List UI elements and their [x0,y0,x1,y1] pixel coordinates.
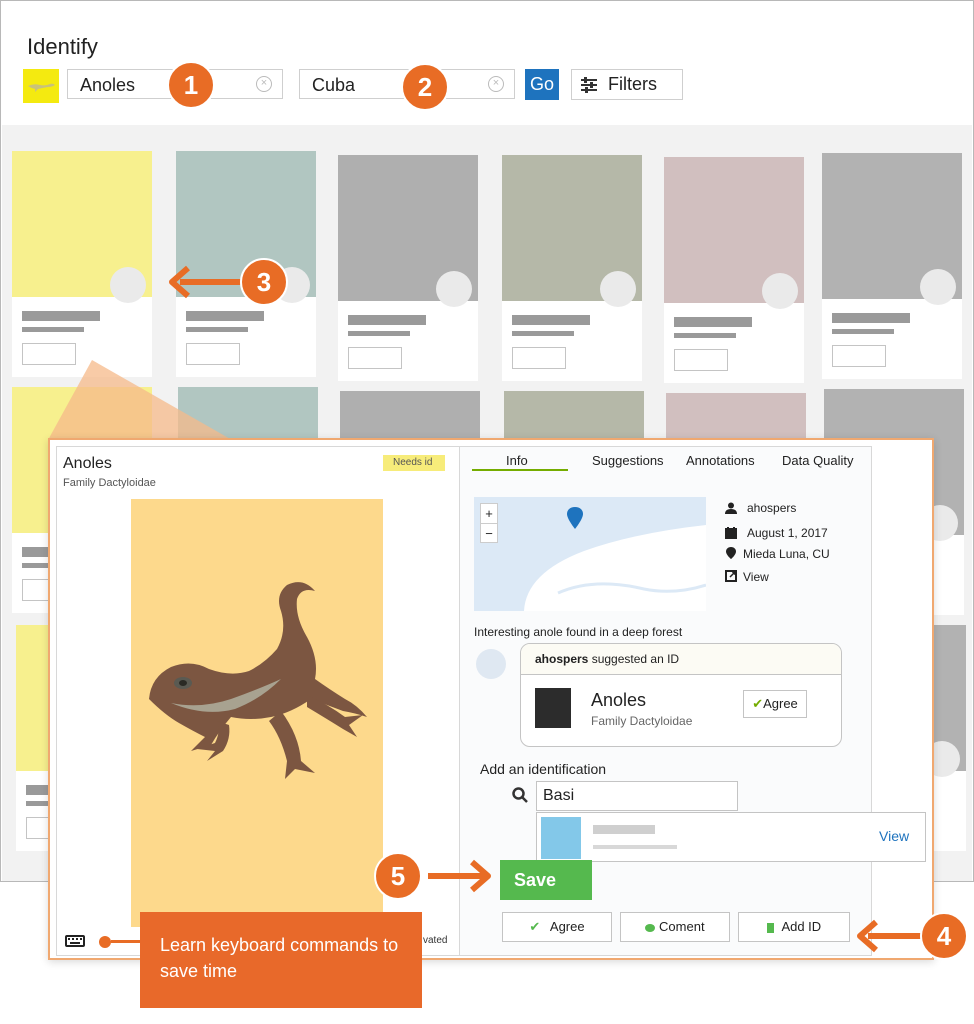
add-id-action-label: Add ID [781,919,822,934]
agree-label: Agree [763,696,798,711]
identification-input-value: Basi [543,787,575,804]
observed-place: Mieda Luna, CU [743,547,830,561]
external-link-icon [725,570,737,582]
add-identification-label: Add an identification [480,761,607,777]
suggestion-header: ahospers suggested an ID [521,644,841,675]
observation-map[interactable]: + − [474,497,706,611]
avatar [476,649,506,679]
tag-icon [766,922,774,933]
suggested-id-card: ahospers suggested an ID Anoles Family D… [520,643,842,747]
check-icon: ✔ [752,696,764,711]
zoom-in-button[interactable]: + [481,504,497,524]
suggestion-suffix: suggested an ID [588,652,680,666]
lizard-photo [149,582,367,779]
tab-suggestions[interactable]: Suggestions [592,453,664,468]
taxon-name: Anoles [63,455,112,472]
observer-name[interactable]: ahospers [747,501,796,515]
result-view-link[interactable]: View [879,828,909,844]
result-thumbnail [541,817,581,859]
observation-description: Interesting anole found in a deep forest [474,625,683,639]
suggester-name[interactable]: ahospers [535,652,588,666]
map-pin-icon[interactable] [567,507,583,531]
meta-view: View [725,570,769,584]
keyboard-tip-tooltip: Learn keyboard commands to save time [140,912,422,1008]
callout-badge-4: 4 [920,912,968,960]
result-name-placeholder [593,825,655,834]
view-observation-link[interactable]: View [743,570,769,584]
save-label: Save [514,870,557,890]
observation-photo[interactable] [131,499,383,927]
suggested-taxon-family: Family Dactyloidae [591,714,693,728]
suggested-taxon-name[interactable]: Anoles [591,690,646,711]
status-badge-label: Needs id [393,457,433,468]
identification-input[interactable]: Basi [536,781,738,811]
tab-annotations[interactable]: Annotations [686,453,755,468]
location-pin-icon [726,547,736,559]
meta-place: Mieda Luna, CU [725,547,830,561]
meta-user: ahospers [725,501,796,515]
keyboard-icon[interactable] [65,935,85,947]
tab-info[interactable]: Info [506,453,528,468]
suggestion-agree-button[interactable]: ✔Agree [743,690,807,718]
arrow-left-icon [857,919,928,953]
status-badge: Needs id [383,455,445,471]
add-id-button[interactable]: Add ID [738,912,850,942]
comment-icon [645,923,656,932]
check-icon: ✔ [529,919,541,934]
arrow-right-icon [428,859,491,893]
agree-action-label: Agree [549,919,585,934]
zoom-out-button[interactable]: − [481,524,497,543]
tab-data-quality[interactable]: Data Quality [782,453,854,468]
taxon-family: Family Dactyloidae [63,477,156,489]
search-icon [512,787,528,803]
keyboard-callout-dot [99,936,111,948]
tab-info-underline [472,469,568,471]
calendar-icon [725,527,737,539]
user-icon [725,502,737,514]
callout-badge-3: 3 [240,258,288,306]
comment-action-label: Coment [659,919,705,934]
save-button[interactable]: Save [500,860,592,900]
zoom-control: + − [480,503,498,543]
observed-date: August 1, 2017 [747,526,828,540]
meta-date: August 1, 2017 [725,526,828,540]
arrow-left-icon [169,265,246,299]
autocomplete-result[interactable]: View [536,812,926,862]
comment-button[interactable]: Coment [620,912,730,942]
agree-button[interactable]: ✔ Agree [502,912,612,942]
suggested-taxon-photo [535,688,571,728]
callout-badge-5: 5 [374,852,422,900]
footer-partial-text: vated [423,935,448,946]
result-subtitle-placeholder [593,845,677,849]
